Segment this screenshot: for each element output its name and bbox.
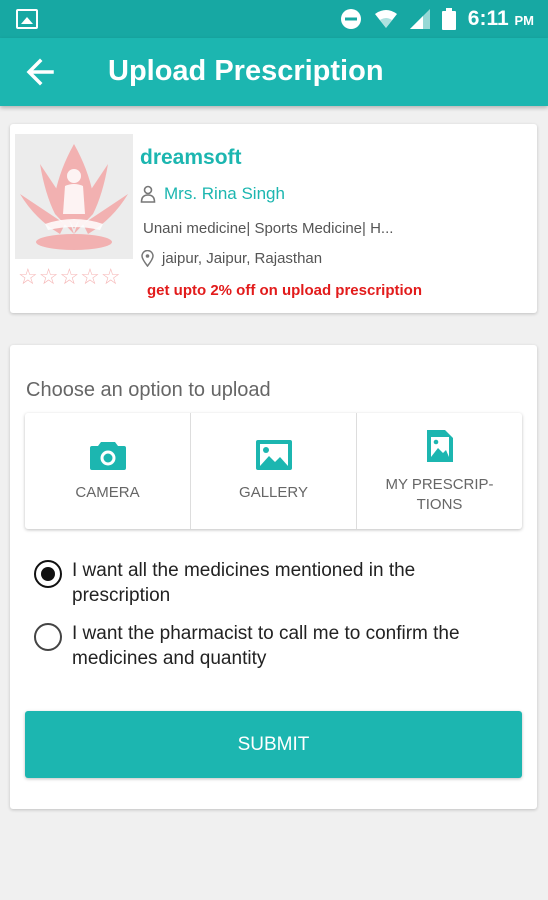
location-text: jaipur, Jaipur, Rajasthan <box>162 250 323 267</box>
image-notification-icon <box>16 9 38 29</box>
specialties: Unani medicine| Sports Medicine| H... <box>143 220 394 237</box>
store-logo <box>15 134 133 259</box>
store-name: dreamsoft <box>140 146 242 169</box>
contact-row: Mrs. Rina Singh <box>140 184 285 204</box>
gallery-option[interactable]: GALLERY <box>191 413 357 529</box>
radio-option-all-medicines[interactable]: I want all the medicines mentioned in th… <box>34 558 517 608</box>
camera-label: CAMERA <box>75 484 140 501</box>
wifi-icon <box>374 10 397 28</box>
location-row: jaipur, Jaipur, Rajasthan <box>141 250 322 267</box>
do-not-disturb-icon <box>340 9 361 29</box>
radio-option-pharmacist-call[interactable]: I want the pharmacist to call me to conf… <box>34 621 517 671</box>
back-arrow-icon[interactable] <box>22 54 62 90</box>
person-icon <box>140 185 156 203</box>
status-bar: 6:11 PM <box>0 0 548 38</box>
location-pin-icon <box>141 250 154 267</box>
clock: 6:11 PM <box>467 7 534 30</box>
offer-text: get upto 2% off on upload prescription <box>147 282 422 299</box>
signal-icon <box>409 9 430 29</box>
camera-icon <box>89 442 126 470</box>
gallery-icon <box>255 440 292 470</box>
radio-button-selected[interactable] <box>34 560 62 588</box>
upload-options: CAMERA GALLERY MY PRESCRIP- TIONS <box>25 413 522 529</box>
battery-icon <box>441 8 456 30</box>
status-icons: 6:11 PM <box>340 0 534 38</box>
radio-label: I want the pharmacist to call me to conf… <box>72 623 460 669</box>
prescription-file-icon <box>426 430 453 462</box>
app-bar: Upload Prescription <box>0 38 548 106</box>
my-prescriptions-option[interactable]: MY PRESCRIP- TIONS <box>357 413 522 529</box>
my-prescriptions-label: MY PRESCRIP- TIONS <box>385 476 494 513</box>
rating-stars: ☆☆☆☆☆ <box>18 264 122 289</box>
submit-button[interactable]: SUBMIT <box>25 711 522 778</box>
gallery-label: GALLERY <box>239 484 308 501</box>
yoga-logo-image <box>20 144 128 250</box>
store-card[interactable]: ☆☆☆☆☆ dreamsoft Mrs. Rina Singh Unani me… <box>10 124 537 313</box>
radio-button[interactable] <box>34 623 62 651</box>
page-title: Upload Prescription <box>108 55 384 87</box>
upload-card: Choose an option to upload CAMERA GALLER… <box>10 345 537 809</box>
radio-label: I want all the medicines mentioned in th… <box>72 560 416 606</box>
choose-option-label: Choose an option to upload <box>26 379 271 401</box>
camera-option[interactable]: CAMERA <box>25 413 191 529</box>
contact-name: Mrs. Rina Singh <box>164 184 285 203</box>
